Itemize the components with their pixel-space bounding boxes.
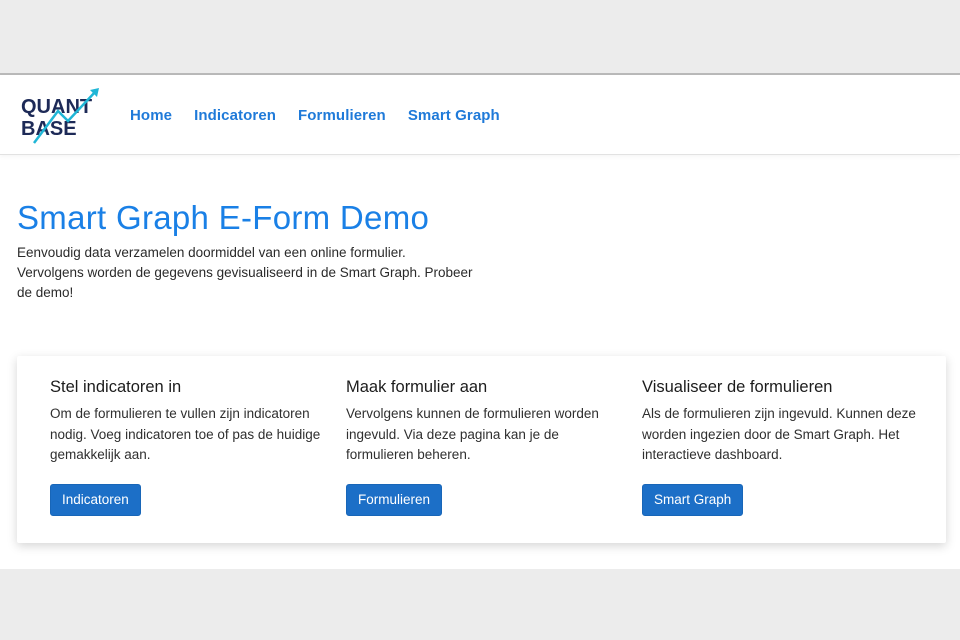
feature-text-line: formulieren beheren.	[346, 447, 471, 462]
feature-text: Vervolgens kunnen de formulieren worden …	[346, 404, 626, 466]
feature-text-line: Om de formulieren te vullen zijn indicat…	[50, 406, 310, 421]
feature-text-line: interactieve dashboard.	[642, 447, 783, 462]
nav-indicatoren[interactable]: Indicatoren	[194, 107, 276, 124]
feature-title: Visualiseer de formulieren	[642, 378, 833, 396]
hero-description-line: Vervolgens worden de gegevens gevisualis…	[17, 265, 473, 280]
feature-text-line: ingevuld. Via deze pagina kan je de	[346, 426, 559, 442]
feature-title: Stel indicatoren in	[50, 378, 182, 396]
hero-description-line: de demo!	[17, 285, 74, 300]
feature-text-line: nodig. Voeg indicatoren toe of pas de hu…	[50, 426, 321, 442]
hero-description: Eenvoudig data verzamelen doormiddel van…	[17, 243, 477, 303]
feature-text: Als de formulieren zijn ingevuld. Kunnen…	[642, 404, 922, 466]
feature-text: Om de formulieren te vullen zijn indicat…	[50, 404, 330, 466]
nav-smart-graph[interactable]: Smart Graph	[408, 107, 500, 124]
feature-text-line: worden ingezien door de Smart Graph. Het	[642, 426, 900, 442]
formulieren-button[interactable]: Formulieren	[346, 484, 443, 516]
main-nav: Home Indicatoren Formulieren Smart Graph	[130, 75, 500, 155]
smart-graph-button[interactable]: Smart Graph	[642, 484, 744, 516]
hero-section: Smart Graph E-Form Demo Eenvoudig data v…	[17, 197, 477, 303]
feature-text-line: Vervolgens kunnen de formulieren worden	[346, 406, 599, 421]
page-title: Smart Graph E-Form Demo	[17, 199, 430, 236]
feature-title: Maak formulier aan	[346, 378, 488, 396]
features-card: Stel indicatoren in Om de formulieren te…	[17, 356, 946, 543]
feature-formulieren: Maak formulier aan Vervolgens kunnen de …	[346, 376, 626, 466]
quantbase-logo-mark: QUANT BASE	[21, 88, 99, 144]
navbar: QUANT BASE Home Indicatoren Formulieren …	[0, 75, 960, 155]
nav-home[interactable]: Home	[130, 107, 172, 124]
indicatoren-button[interactable]: Indicatoren	[50, 484, 141, 516]
feature-text-line: gemakkelijk aan.	[50, 447, 151, 462]
feature-indicatoren: Stel indicatoren in Om de formulieren te…	[50, 376, 330, 466]
nav-formulieren[interactable]: Formulieren	[298, 107, 386, 124]
feature-text-line: Als de formulieren zijn ingevuld. Kunnen…	[642, 406, 916, 421]
feature-smart-graph: Visualiseer de formulieren Als de formul…	[642, 376, 922, 466]
hero-description-line: Eenvoudig data verzamelen doormiddel van…	[17, 245, 406, 260]
quantbase-logo[interactable]: QUANT BASE	[20, 85, 110, 145]
